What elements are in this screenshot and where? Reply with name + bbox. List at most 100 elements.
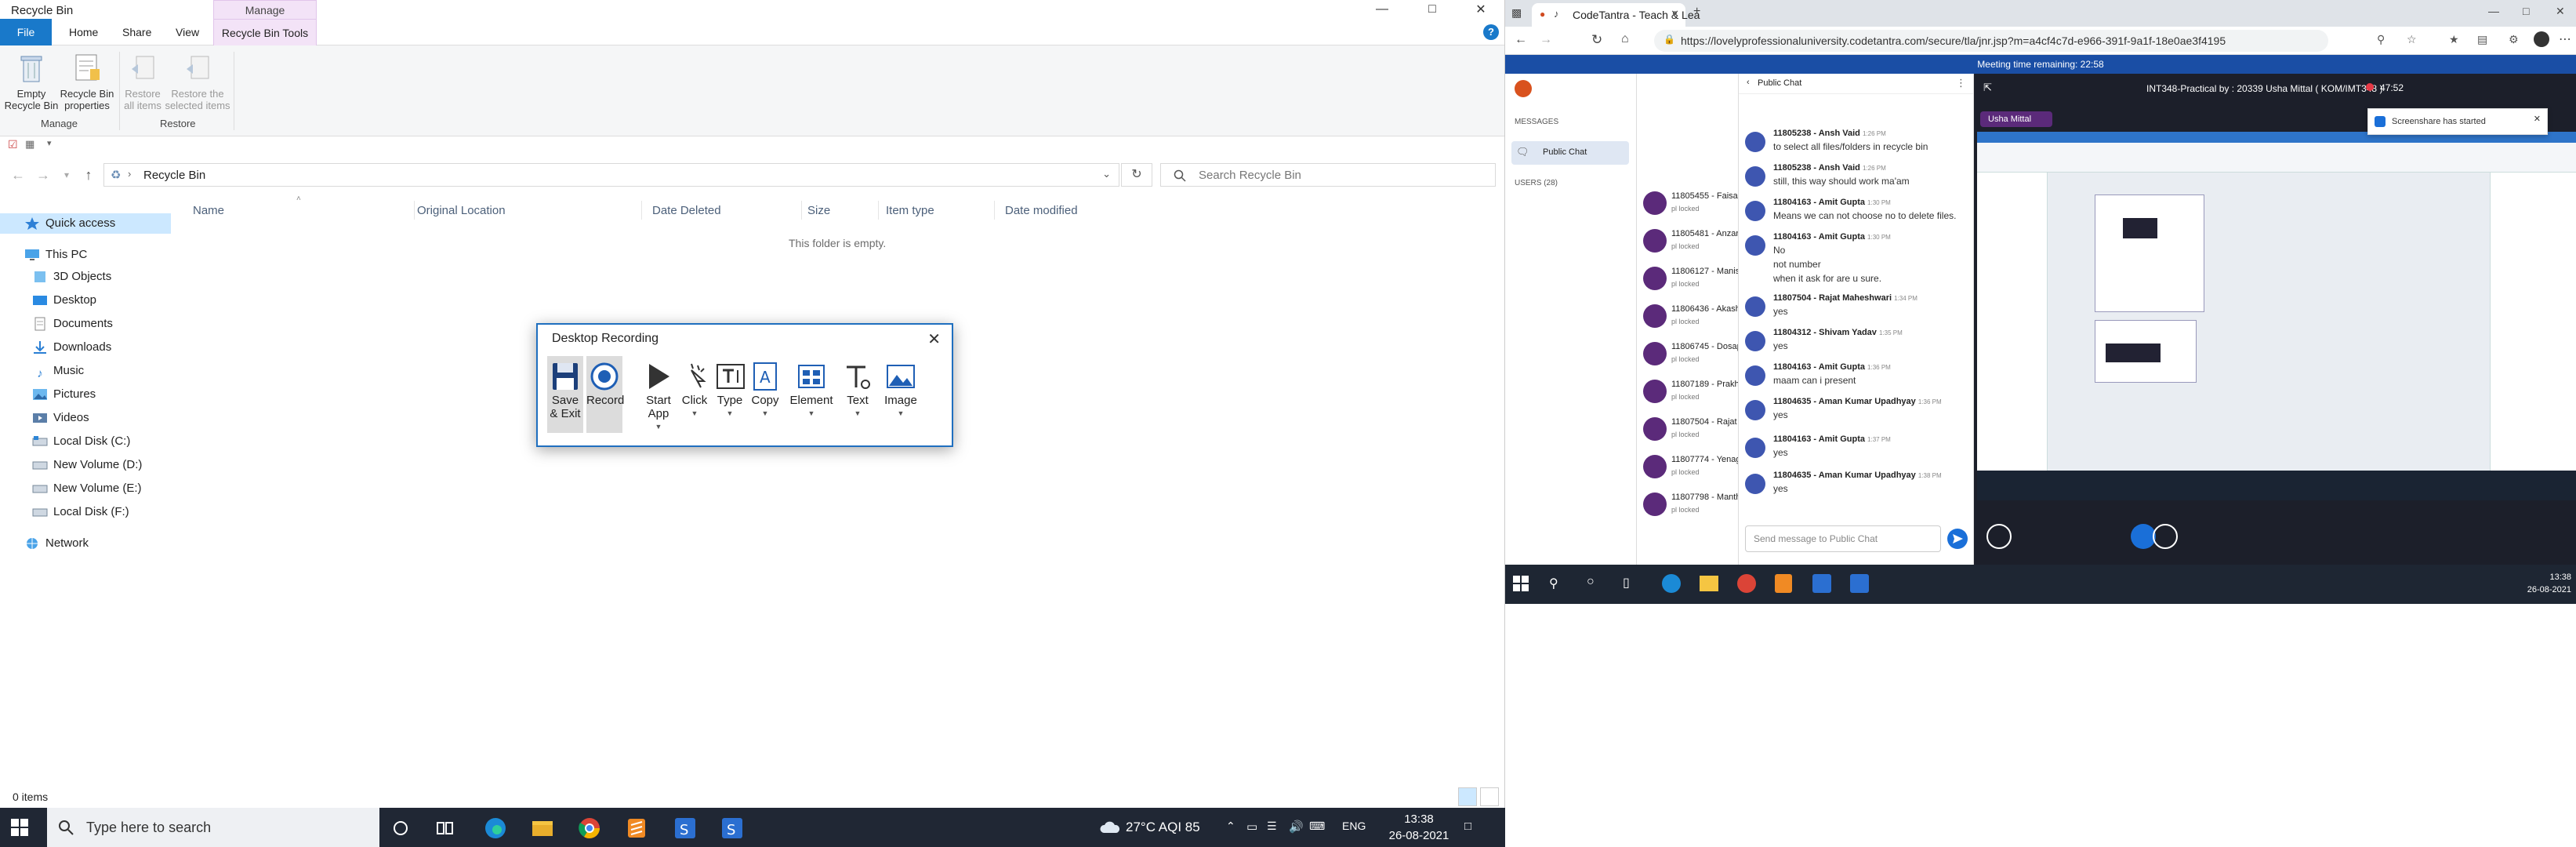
dropdown-caret-icon[interactable]: ▼ (881, 407, 920, 420)
user-item[interactable]: 11807189 - Prakhar ... pl locked (1637, 373, 1738, 409)
favorite-star-icon[interactable]: ☆ (2407, 33, 2417, 46)
public-chat-item[interactable]: 🗨 Public Chat (1511, 141, 1629, 165)
uipath-studio-icon[interactable]: S (671, 814, 699, 842)
chevron-up-icon[interactable]: ⌃ (1226, 820, 1235, 833)
nav-local-disk-c[interactable]: Local Disk (C:) (0, 431, 171, 452)
uipath-studio-icon[interactable] (1812, 574, 1831, 593)
user-item[interactable]: 11806745 - Dosapat... pl locked (1637, 336, 1738, 372)
file-explorer-icon[interactable] (528, 814, 557, 842)
favorites-icon[interactable]: ★ (2449, 33, 2459, 46)
maximize-button[interactable]: □ (1414, 0, 1450, 19)
address-bar[interactable]: ♻ › Recycle Bin ⌄ (103, 163, 1119, 187)
column-date-deleted[interactable]: Date Deleted (652, 204, 721, 217)
wifi-icon[interactable]: ☰ (1267, 820, 1277, 833)
column-separator[interactable] (994, 201, 995, 220)
address-dropdown-icon[interactable]: ⌄ (1102, 168, 1111, 180)
back-arrow-icon[interactable]: ← (1515, 33, 1527, 47)
nav-3d-objects[interactable]: 3D Objects (0, 267, 171, 287)
user-item[interactable]: 11806127 - Manish ... pl locked (1637, 260, 1738, 296)
nav-quick-access[interactable]: Quick access (0, 213, 171, 234)
cortana-icon[interactable] (392, 820, 409, 837)
empty-recycle-bin-button[interactable]: Empty Recycle Bin (3, 50, 60, 111)
tab-view[interactable]: View (163, 19, 212, 45)
forward-arrow-icon[interactable]: → (1540, 33, 1552, 47)
user-item[interactable]: 11807798 - Manthan pl locked (1637, 486, 1738, 522)
nav-downloads[interactable]: Downloads (0, 337, 171, 358)
chat-back-icon[interactable]: ‹ (1747, 78, 1750, 87)
sublime-text-icon[interactable] (1775, 574, 1792, 593)
uipath-studio-icon-2[interactable] (1850, 574, 1869, 593)
column-item-type[interactable]: Item type (886, 204, 934, 217)
sublime-text-icon[interactable] (622, 814, 651, 842)
edge-icon[interactable] (481, 814, 510, 842)
help-icon[interactable]: ? (1483, 24, 1499, 40)
restore-all-button[interactable]: Restore all items (121, 50, 165, 111)
properties-small-icon[interactable]: ▦ (25, 138, 34, 151)
chrome-icon[interactable] (575, 814, 604, 842)
home-icon[interactable]: ⌂ (1621, 32, 1629, 46)
dropdown-caret-icon[interactable]: ▼ (842, 407, 873, 420)
copy-button[interactable]: A Copy ▼ (749, 361, 781, 420)
checkbox-icon[interactable]: ☑ (8, 138, 18, 151)
task-view-icon[interactable] (436, 820, 455, 837)
sidebar-toggle-icon[interactable]: ▩ (1511, 6, 1522, 20)
keyboard-icon[interactable]: ⌨ (1309, 820, 1325, 833)
manage-context-tab[interactable]: Manage (213, 0, 317, 19)
edge-icon[interactable] (1662, 574, 1681, 593)
taskbar-search-box[interactable]: Type here to search (47, 808, 379, 847)
close-button[interactable]: ✕ (1463, 0, 1499, 19)
chrome-icon[interactable] (1737, 574, 1756, 593)
extensions-icon[interactable]: ⚙ (2509, 33, 2519, 46)
large-icons-view-icon[interactable] (1480, 787, 1499, 806)
nav-new-volume-d[interactable]: New Volume (D:) (0, 455, 171, 475)
tab-codetantra[interactable]: ● ♪ CodeTantra - Teach & Lea ✕ (1532, 3, 1700, 27)
cortana-icon[interactable]: ○ (1587, 575, 1595, 589)
text-button[interactable]: Text ▼ (842, 361, 873, 420)
mute-icon[interactable]: ♪ (1554, 8, 1559, 20)
maximize-button[interactable]: □ (2523, 5, 2529, 17)
column-original-location[interactable]: Original Location (417, 204, 506, 217)
reload-icon[interactable]: ↻ (1591, 32, 1602, 48)
screen-share-icon[interactable] (2153, 524, 2178, 549)
zoom-icon[interactable]: ⚲ (2377, 33, 2385, 46)
file-explorer-icon[interactable] (1700, 576, 1718, 591)
toast-close-icon[interactable]: ✕ (2534, 114, 2541, 124)
weather-cloud-icon[interactable] (1099, 819, 1121, 836)
element-button[interactable]: Element ▼ (787, 361, 836, 420)
language-indicator[interactable]: ENG (1342, 820, 1366, 832)
column-date-modified[interactable]: Date modified (1005, 204, 1078, 217)
windows-start-icon[interactable] (1513, 576, 1529, 591)
tab-share[interactable]: Share (110, 19, 164, 45)
nav-music[interactable]: ♪ Music (0, 361, 171, 381)
expand-icon[interactable]: ⇱ (1983, 82, 1992, 94)
tab-home[interactable]: Home (56, 19, 111, 45)
volume-icon[interactable]: 🔊 (1289, 820, 1304, 834)
tab-recycle-bin-tools[interactable]: Recycle Bin Tools (213, 19, 317, 45)
chat-message-input[interactable]: Send message to Public Chat (1745, 525, 1941, 552)
chat-options-icon[interactable]: ⋮ (1956, 77, 1966, 89)
tab-file[interactable]: File (0, 19, 52, 45)
column-separator[interactable] (414, 201, 415, 220)
forward-arrow-icon[interactable]: → (33, 165, 53, 185)
column-separator[interactable] (641, 201, 642, 220)
profile-avatar[interactable] (2534, 31, 2549, 47)
user-item[interactable]: 11805455 - Faisal M... pl locked (1637, 185, 1738, 221)
clock[interactable]: 13:38 26-08-2021 (2516, 571, 2571, 596)
save-exit-button[interactable]: Save & Exit (547, 356, 583, 433)
user-item[interactable]: 11807504 - Rajat Ma... pl locked (1637, 411, 1738, 447)
dropdown-caret-icon[interactable]: ▼ (643, 420, 674, 434)
up-arrow-icon[interactable]: ↑ (78, 165, 99, 185)
column-size[interactable]: Size (807, 204, 830, 217)
nav-desktop[interactable]: Desktop (0, 290, 171, 311)
restore-selected-button[interactable]: Restore the selected items (165, 50, 230, 111)
type-button[interactable]: Type ▼ (715, 361, 745, 420)
raise-hand-icon[interactable] (1986, 524, 2012, 549)
send-icon[interactable] (1947, 529, 1968, 549)
refresh-icon[interactable]: ↻ (1121, 163, 1152, 187)
user-item[interactable]: 11807774 - Yenage ... pl locked (1637, 449, 1738, 485)
back-arrow-icon[interactable]: ← (8, 165, 28, 185)
nav-videos[interactable]: Videos (0, 408, 171, 428)
dropdown-caret-icon[interactable]: ▼ (680, 407, 709, 420)
customize-dropdown-icon[interactable]: ▾ (47, 138, 52, 148)
recycle-bin-properties-button[interactable]: Recycle Bin properties (56, 50, 118, 111)
